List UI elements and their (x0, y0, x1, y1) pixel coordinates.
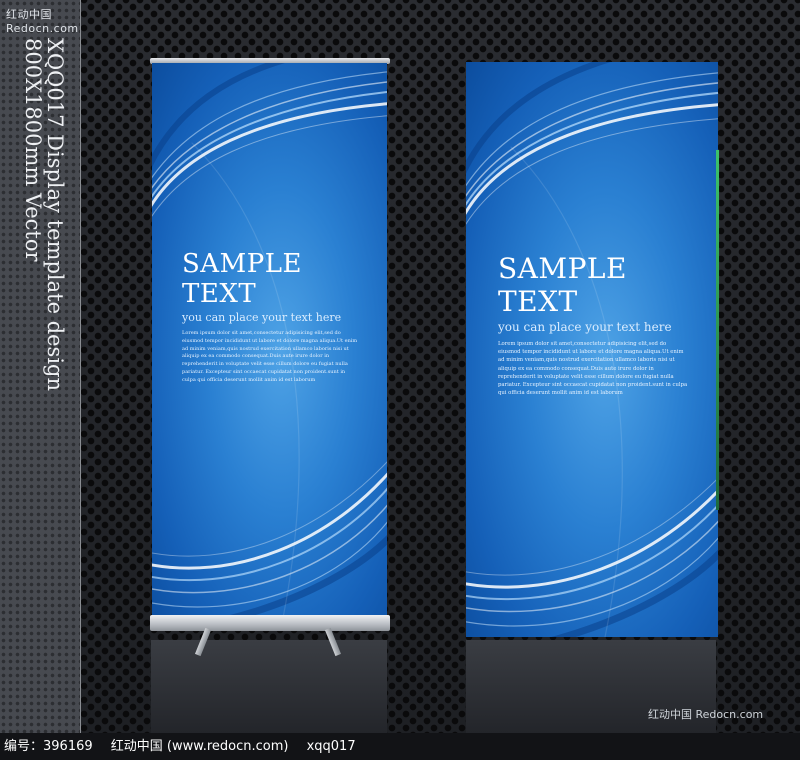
perforated-metal-background: 红动中国 Redocn.com XQQ017 Display template … (0, 0, 800, 733)
banner-subtitle: you can place your text here (182, 311, 342, 324)
banner-text-block: SAMPLE TEXT you can place your text here… (152, 249, 387, 384)
banner-subtitle: you can place your text here (498, 320, 672, 334)
footer-code: xqq017 (306, 739, 356, 754)
banner-title: SAMPLE TEXT (182, 249, 302, 309)
left-caption-panel: 红动中国 Redocn.com XQQ017 Display template … (0, 0, 81, 733)
banner-title: SAMPLE TEXT (498, 252, 627, 318)
caption-line-2: 800X1800mm Vector (21, 38, 45, 262)
corner-watermark: 红动中国 Redocn.com (648, 708, 764, 721)
vertical-caption: XQQ017 Display template design 800X1800m… (21, 38, 67, 392)
floor-shadow-left (151, 640, 387, 733)
x-banner-right: SAMPLE TEXT you can place your text here… (466, 62, 718, 637)
x-banner-side-strip (716, 150, 719, 510)
caption-line-1: XQQ017 Display template design (43, 38, 67, 392)
footer-info-bar: 编号：396169 红动中国 (www.redocn.com) xqq017 (0, 733, 800, 760)
banner-text-block: SAMPLE TEXT you can place your text here… (466, 252, 718, 397)
banner-body-text: Lorem ipsum dolor sit amet,consectetur a… (498, 341, 688, 397)
top-watermark: 红动中国 Redocn.com (6, 8, 79, 35)
rollup-base (150, 615, 390, 631)
footer-id: 编号：396169 (4, 739, 93, 754)
banner-body-text: Lorem ipsum dolor sit amet,consectetur a… (182, 330, 358, 383)
rollup-banner-left: SAMPLE TEXT you can place your text here… (152, 63, 387, 617)
footer-site[interactable]: 红动中国 (www.redocn.com) (111, 739, 289, 754)
